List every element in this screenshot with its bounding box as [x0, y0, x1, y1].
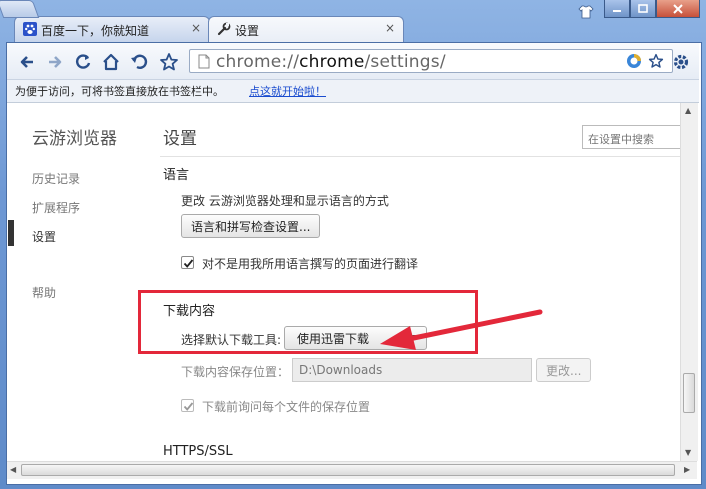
address-bar[interactable]: chrome://chrome/settings/ [189, 49, 673, 73]
sidebar-selected-indicator [8, 220, 14, 246]
header-divider [160, 156, 682, 157]
wrench-icon [217, 22, 231, 36]
star-icon[interactable] [159, 52, 179, 72]
undo-icon[interactable] [129, 52, 149, 72]
download-location-label: 下载内容保存位置： [181, 365, 290, 379]
bookmark-bar-hint: 为便于访问，可将书签直接放在书签栏中。 [15, 85, 224, 98]
forward-arrow-icon[interactable] [45, 52, 65, 72]
window-controls [604, 0, 700, 20]
https-section-title: HTTPS/SSL [163, 444, 233, 459]
theme-shirt-icon[interactable] [578, 5, 594, 19]
download-location-field: D:\Downloads [292, 358, 532, 382]
url-text: chrome://chrome/settings/ [216, 52, 446, 72]
change-location-button[interactable]: 更改... [536, 358, 592, 382]
star-icon[interactable] [648, 53, 664, 69]
scroll-down-icon[interactable]: ▼ [685, 448, 691, 457]
baidu-paw-icon [23, 22, 37, 36]
checkmark-icon [183, 402, 194, 411]
horizontal-scroll-thumb[interactable] [21, 464, 675, 476]
sidebar-item-extensions[interactable]: 扩展程序 [32, 199, 80, 216]
bookmark-bar-link[interactable]: 点这就开始啦！ [249, 83, 326, 99]
tab-label: 百度一下，你就知道 [41, 24, 150, 38]
scroll-up-icon[interactable]: ▲ [685, 106, 691, 115]
close-icon [673, 3, 683, 14]
close-icon[interactable]: × [385, 21, 395, 35]
new-tab-button[interactable] [0, 0, 40, 18]
toolbar: chrome://chrome/settings/ [7, 43, 699, 80]
reload-icon[interactable] [73, 52, 93, 72]
download-tool-value: 使用迅雷下载 [297, 331, 370, 346]
ask-location-label: 下载前询问每个文件的保存位置 [202, 400, 371, 414]
maximize-button[interactable] [630, 0, 656, 18]
language-settings-button[interactable]: 语言和拼写检查设置... [181, 214, 321, 238]
ask-location-checkbox[interactable] [181, 399, 194, 412]
vertical-scrollbar[interactable]: ▲ ▼ [680, 103, 698, 461]
sidebar-item-history[interactable]: 历史记录 [32, 170, 80, 187]
language-section-title: 语言 [163, 168, 190, 183]
scroll-right-icon[interactable]: ▶ [684, 465, 690, 474]
checkmark-icon [183, 259, 194, 268]
settings-search-input[interactable] [582, 125, 682, 149]
scroll-left-icon[interactable]: ◀ [10, 465, 16, 474]
close-icon[interactable]: × [191, 21, 201, 35]
download-tool-label: 选择默认下载工具: [181, 333, 282, 347]
browser-logo-icon[interactable] [626, 53, 642, 69]
translate-checkbox[interactable] [181, 256, 194, 269]
vertical-scroll-thumb[interactable] [683, 373, 695, 413]
tab-settings[interactable]: 设置 × [208, 16, 404, 42]
page-title: 设置 [163, 129, 197, 149]
back-arrow-icon[interactable] [17, 52, 37, 72]
gear-icon[interactable] [671, 52, 691, 72]
sidebar-item-settings[interactable]: 设置 [32, 228, 56, 245]
sidebar-item-help[interactable]: 帮助 [32, 284, 56, 301]
tab-baidu[interactable]: 百度一下，你就知道 × [14, 16, 210, 42]
downloads-section-title: 下载内容 [163, 304, 216, 319]
tab-label: 设置 [235, 24, 260, 38]
translate-checkbox-label: 对不是用我所用语言撰写的页面进行翻译 [202, 257, 419, 271]
browser-brand: 云游浏览器 [32, 129, 117, 149]
bookmark-bar: 为便于访问，可将书签直接放在书签栏中。 点这就开始啦！ [7, 80, 699, 103]
language-description: 更改 云游浏览器处理和显示语言的方式 [181, 194, 389, 208]
maximize-icon [638, 3, 648, 13]
window-close-button[interactable] [656, 0, 700, 18]
page-icon [198, 54, 210, 69]
home-icon[interactable] [101, 52, 121, 72]
minimize-button[interactable] [604, 0, 630, 18]
minimize-icon [613, 9, 621, 12]
horizontal-scrollbar[interactable]: ◀ ▶ [7, 461, 697, 479]
annotation-arrow [380, 309, 543, 350]
